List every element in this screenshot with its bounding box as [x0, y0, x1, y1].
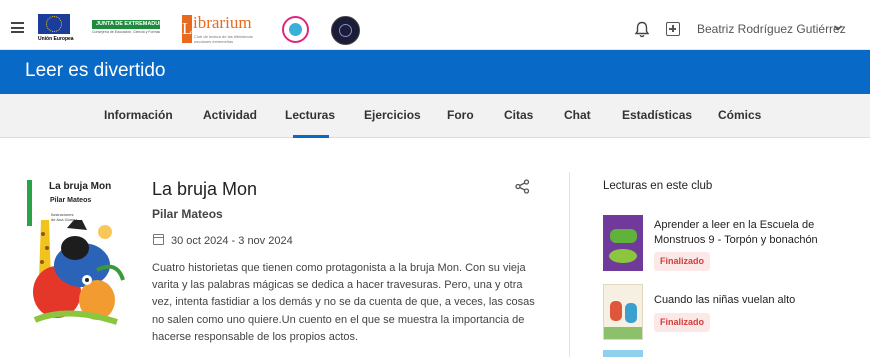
- tab-bar: Información Actividad Lecturas Ejercicio…: [0, 94, 870, 138]
- tab-informacion[interactable]: Información: [104, 108, 173, 122]
- junta-extremadura-logo: JUNTA DE EXTREMADURA Consejería de Educa…: [92, 20, 160, 34]
- book-title: La bruja Mon: [152, 179, 258, 199]
- tab-ejercicios[interactable]: Ejercicios: [364, 108, 421, 122]
- book-description: Cuatro historietas que tienen como prota…: [152, 262, 535, 343]
- book-author[interactable]: Pilar Mateos: [152, 207, 223, 221]
- eu-logo-label: Unión Europea: [38, 36, 74, 42]
- cover-title: La bruja Mon: [49, 181, 112, 192]
- cover-illustration: [33, 220, 125, 325]
- user-name[interactable]: Beatriz Rodríguez Gutiérrez: [697, 22, 846, 36]
- tab-citas[interactable]: Citas: [504, 108, 533, 122]
- status-badge: Finalizado: [654, 252, 711, 271]
- librarium-logo[interactable]: L ibrarium Club de lectura de las biblio…: [182, 13, 260, 45]
- hamburger-menu-icon[interactable]: [11, 22, 24, 33]
- tab-foro[interactable]: Foro: [447, 108, 474, 122]
- tab-lecturas[interactable]: Lecturas: [285, 108, 335, 122]
- share-icon[interactable]: [515, 179, 530, 194]
- chevron-down-icon[interactable]: [833, 23, 843, 33]
- status-badge: Finalizado: [654, 313, 711, 332]
- top-bar: Unión Europea JUNTA DE EXTREMADURA Conse…: [0, 0, 870, 50]
- sidebar-book-title[interactable]: Cuando las niñas vuelan alto: [654, 293, 824, 308]
- tab-actividad[interactable]: Actividad: [203, 108, 257, 122]
- book-thumbnail[interactable]: [603, 350, 643, 357]
- sidebar-title: Lecturas en este club: [603, 180, 713, 192]
- tab-comics[interactable]: Cómics: [718, 108, 761, 122]
- book-thumbnail[interactable]: [603, 215, 643, 271]
- tab-estadisticas[interactable]: Estadísticas: [622, 108, 692, 122]
- add-box-icon[interactable]: [666, 22, 680, 36]
- club-logo-icon: [282, 16, 309, 43]
- tab-chat[interactable]: Chat: [564, 108, 591, 122]
- club-title: Leer es divertido: [25, 60, 166, 81]
- club-banner: Leer es divertido: [0, 50, 870, 94]
- book-thumbnail[interactable]: [603, 284, 643, 340]
- cover-author: Pilar Mateos: [50, 197, 92, 204]
- calendar-icon: [153, 234, 164, 245]
- bell-icon[interactable]: [634, 21, 650, 38]
- partner-logo-icon: [331, 16, 360, 45]
- eu-logo: Unión Europea: [38, 14, 74, 44]
- sidebar-book-title[interactable]: Aprender a leer en la Escuela de Monstru…: [654, 218, 824, 247]
- reading-dates: 30 oct 2024 - 3 nov 2024: [171, 235, 293, 247]
- column-divider: [569, 172, 570, 357]
- active-tab-indicator: [293, 135, 329, 138]
- book-cover[interactable]: La bruja Mon Pilar Mateos Ilustraciones …: [27, 180, 127, 326]
